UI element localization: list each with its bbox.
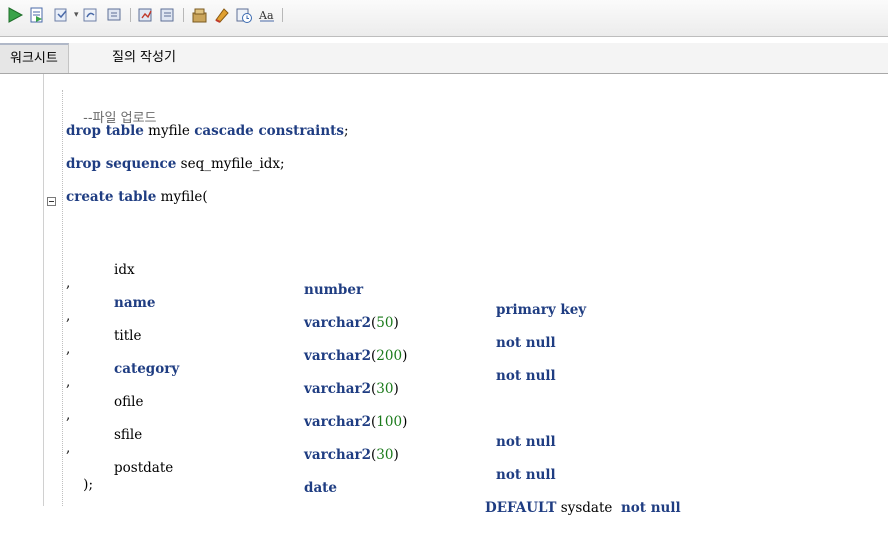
statement-end: ; xyxy=(343,123,349,139)
tab-worksheet[interactable]: 워크시트 xyxy=(0,43,69,73)
tab-query-builder-label: 질의 작성기 xyxy=(112,50,176,65)
fold-toggle-icon[interactable] xyxy=(47,197,56,206)
toolbar-separator xyxy=(130,8,131,22)
statement-close: ); xyxy=(83,477,93,493)
table-name: myfile xyxy=(160,189,203,205)
sql-keyword: drop sequence xyxy=(66,156,177,172)
statement-end: ; xyxy=(280,156,285,172)
code-line-column: , title varchar2(200) not null xyxy=(66,308,556,384)
sql-keyword: create table xyxy=(66,189,157,205)
rollback-icon[interactable] xyxy=(81,5,101,25)
indent-guide xyxy=(62,90,63,506)
code-line-drop-sequence: drop sequence seq_myfile_idx; xyxy=(66,154,285,174)
tab-query-builder[interactable]: 질의 작성기 xyxy=(102,43,186,73)
sequence-name: seq_myfile_idx xyxy=(180,156,281,172)
code-line-column: , category varchar2(30) xyxy=(66,341,399,397)
run-statement-icon[interactable] xyxy=(5,5,25,25)
autotrace-icon[interactable] xyxy=(136,5,156,25)
sql-keyword: drop table xyxy=(66,123,144,139)
column-name: postdate xyxy=(114,460,174,476)
default-value: sysdate xyxy=(560,500,613,516)
svg-text:Aa: Aa xyxy=(258,9,274,22)
code-line-column: , sfile varchar2(30) not null xyxy=(66,407,556,483)
toolbar-separator xyxy=(282,8,283,22)
code-line-column: , name varchar2(50) not null xyxy=(66,275,556,351)
history-icon[interactable] xyxy=(234,5,254,25)
format-icon[interactable]: Aa xyxy=(257,5,277,25)
table-name: myfile xyxy=(148,123,190,139)
toolbar-separator xyxy=(183,8,184,22)
sql-editor[interactable]: --파일 업로드 drop table myfile cascade const… xyxy=(0,74,888,516)
clear-icon[interactable] xyxy=(212,5,232,25)
default-keyword: DEFAULT xyxy=(485,500,557,516)
commit-icon[interactable] xyxy=(52,5,72,25)
editor-tab-bar: 워크시트 질의 작성기 xyxy=(0,43,888,74)
code-line-column: idx number primary key xyxy=(66,220,866,318)
code-line-drop-table: drop table myfile cascade constraints; xyxy=(66,121,349,141)
code-line-column: , ofile varchar2(100) not null xyxy=(66,374,556,450)
chevron-down-icon[interactable]: ▾ xyxy=(74,10,79,20)
code-line-create-table: create table myfile( xyxy=(66,187,208,207)
editor-gutter-divider xyxy=(43,74,44,506)
sql-keyword: cascade constraints xyxy=(194,123,344,139)
open-paren: ( xyxy=(202,189,208,205)
column-type: date xyxy=(304,480,338,496)
explain-plan-icon[interactable] xyxy=(158,5,178,25)
column-size: 30 xyxy=(376,447,394,463)
cancel-icon[interactable] xyxy=(105,5,125,25)
code-line-close: ); xyxy=(66,455,93,493)
code-line-comment: --파일 업로드 xyxy=(66,88,156,126)
column-constraint: not null xyxy=(496,467,556,483)
sql-tuning-icon[interactable] xyxy=(190,5,210,25)
column-constraint: not null xyxy=(620,500,681,516)
run-script-icon[interactable] xyxy=(27,5,47,25)
code-line-column: , postdate date DEFAULT sysdate not null xyxy=(66,418,866,516)
tab-worksheet-label: 워크시트 xyxy=(10,51,58,66)
column-type: varchar2 xyxy=(304,447,371,463)
worksheet-toolbar: ▾ Aa xyxy=(0,0,888,37)
